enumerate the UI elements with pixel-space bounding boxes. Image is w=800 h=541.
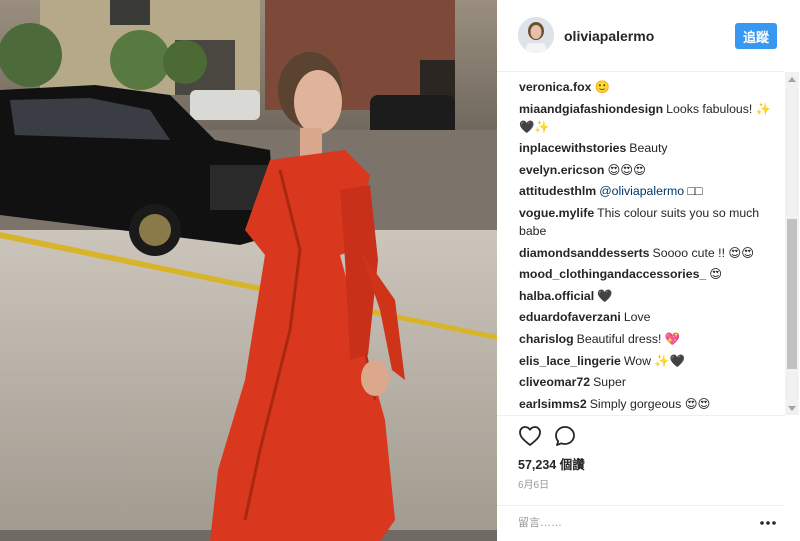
add-comment-bar — [497, 505, 785, 541]
comment-text: Beautiful dress! 💖 — [576, 331, 681, 346]
avatar-image — [518, 17, 554, 53]
scrollbar-thumb[interactable] — [787, 219, 797, 369]
comment-item: diamondsanddesserts Soooo cute !! 😍😍 — [519, 244, 777, 262]
comment-username[interactable]: inplacewithstories — [519, 141, 626, 155]
comment-text: Simply gorgeous 😍😍 — [589, 396, 711, 411]
comment-text: □□ — [684, 184, 703, 199]
post-photo — [0, 0, 497, 541]
comment-text: Soooo cute !! 😍😍 — [652, 245, 755, 260]
comment-text: 🙂 — [594, 80, 610, 94]
post-panel: oliviapalermo 追蹤 veronica.fox 🙂 miaandgia… — [497, 0, 800, 541]
comment-list[interactable]: veronica.fox 🙂 miaandgiafashiondesign Look… — [497, 72, 785, 415]
comment-mention-link[interactable]: @oliviapalermo — [599, 184, 684, 198]
scroll-down-arrow-icon[interactable] — [785, 401, 799, 415]
comment-item: charislog Beautiful dress! 💖 — [519, 330, 777, 348]
comment-username[interactable]: veronica.fox — [519, 80, 591, 94]
comment-item: elis_lace_lingerie Wow ✨🖤 — [519, 352, 777, 370]
comment-username[interactable]: vogue.mylife — [519, 206, 594, 220]
heart-outline-icon[interactable] — [518, 424, 542, 448]
comment-username[interactable]: attitudesthlm — [519, 184, 596, 198]
comment-scrollbar[interactable] — [785, 72, 799, 415]
post-header: oliviapalermo 追蹤 — [497, 0, 785, 72]
comment-username[interactable]: halba.official — [519, 289, 594, 303]
comment-text: Wow ✨🖤 — [623, 353, 686, 368]
comment-username[interactable]: charislog — [519, 332, 574, 346]
comment-item: evelyn.ericson 😍😍😍 — [519, 161, 777, 179]
scroll-up-arrow-icon[interactable] — [785, 72, 799, 86]
comment-item: halba.official 🖤 — [519, 287, 777, 305]
comment-item: earlsimms2 Simply gorgeous 😍😍 — [519, 395, 777, 413]
comment-text: Beauty — [629, 141, 668, 156]
comment-username[interactable]: cliveomar72 — [519, 375, 590, 389]
comment-text: Super — [593, 375, 626, 390]
comment-text: 🖤 — [597, 288, 613, 303]
comment-item: cliveomar72 Super — [519, 373, 777, 391]
comment-item: miaandgiafashiondesign Looks fabulous! ✨🖤… — [519, 100, 777, 136]
comment-text: 😍 — [709, 267, 723, 282]
like-count[interactable]: 57,234 個讚 — [518, 454, 585, 473]
more-dots-icon[interactable] — [759, 514, 777, 532]
follow-button[interactable]: 追蹤 — [735, 23, 777, 49]
comment-username[interactable]: diamondsanddesserts — [519, 246, 650, 260]
comment-username[interactable]: elis_lace_lingerie — [519, 354, 621, 368]
post-actions: 57,234 個讚 6月6日 — [497, 415, 785, 505]
username-link[interactable]: oliviapalermo — [564, 28, 654, 44]
comment-text: 😍😍😍 — [607, 162, 646, 177]
post-date[interactable]: 6月6日 — [518, 476, 549, 491]
post-photo-image — [0, 0, 497, 541]
comment-text: Love — [623, 310, 651, 325]
comment-item: mood_clothingandaccessories_ 😍 — [519, 265, 777, 283]
comment-item: eduardofaverzani Love — [519, 308, 777, 326]
comment-username[interactable]: earlsimms2 — [519, 397, 587, 411]
comment-item: attitudesthlm @oliviapalermo □□ — [519, 182, 777, 200]
comment-input[interactable] — [518, 510, 738, 536]
comment-username[interactable]: mood_clothingandaccessories_ — [519, 267, 706, 281]
comment-item: veronica.fox 🙂 — [519, 78, 777, 96]
comment-item: inplacewithstories Beauty — [519, 139, 777, 157]
comment-item: vogue.mylife This colour suits you so muc… — [519, 204, 777, 240]
speech-bubble-icon[interactable] — [553, 424, 577, 448]
avatar[interactable] — [518, 17, 554, 53]
comment-username[interactable]: miaandgiafashiondesign — [519, 102, 663, 116]
comment-username[interactable]: evelyn.ericson — [519, 163, 604, 177]
comment-username[interactable]: eduardofaverzani — [519, 310, 621, 324]
